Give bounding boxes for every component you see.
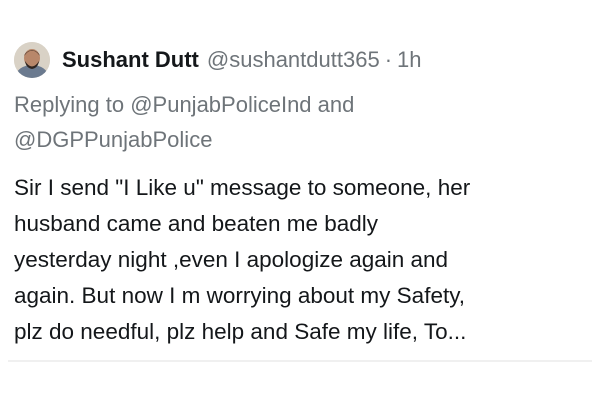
tweet-text-line: again. But now I m worrying about my Saf… bbox=[14, 283, 466, 308]
tweet-header: Sushant Dutt @sushantdutt365 · 1h bbox=[14, 42, 422, 78]
replying-to-conjunction: and bbox=[317, 92, 355, 117]
user-avatar-icon bbox=[14, 42, 50, 78]
replying-to-line-2: @DGPPunjabPolice bbox=[14, 125, 574, 155]
mention-dgp-punjab-police[interactable]: @DGPPunjabPolice bbox=[14, 127, 212, 152]
tweet-text-line: Sir I send "I Like u" message to someone… bbox=[14, 175, 471, 200]
mention-punjab-police[interactable]: @PunjabPoliceInd bbox=[130, 92, 311, 117]
replying-to-prefix: Replying to bbox=[14, 92, 125, 117]
tweet-text-line: yesterday night ,even I apologize again … bbox=[14, 247, 449, 272]
tweet-text-line: plz do needful, plz help and Safe my lif… bbox=[14, 319, 467, 344]
tweet-card[interactable]: Sushant Dutt @sushantdutt365 · 1h Replyi… bbox=[8, 20, 592, 362]
tweet-text: Sir I send "I Like u" message to someone… bbox=[14, 170, 589, 350]
author-handle[interactable]: @sushantdutt365 bbox=[207, 47, 380, 73]
screenshot-page: Sushant Dutt @sushantdutt365 · 1h Replyi… bbox=[0, 0, 600, 400]
author-display-name[interactable]: Sushant Dutt bbox=[62, 47, 199, 73]
tweet-timestamp[interactable]: 1h bbox=[397, 47, 421, 73]
replying-to-line: Replying to @PunjabPoliceInd and bbox=[14, 90, 574, 120]
meta-separator: · bbox=[384, 47, 393, 72]
avatar[interactable] bbox=[14, 42, 50, 78]
tweet-text-line: husband came and beaten me badly bbox=[14, 211, 379, 236]
